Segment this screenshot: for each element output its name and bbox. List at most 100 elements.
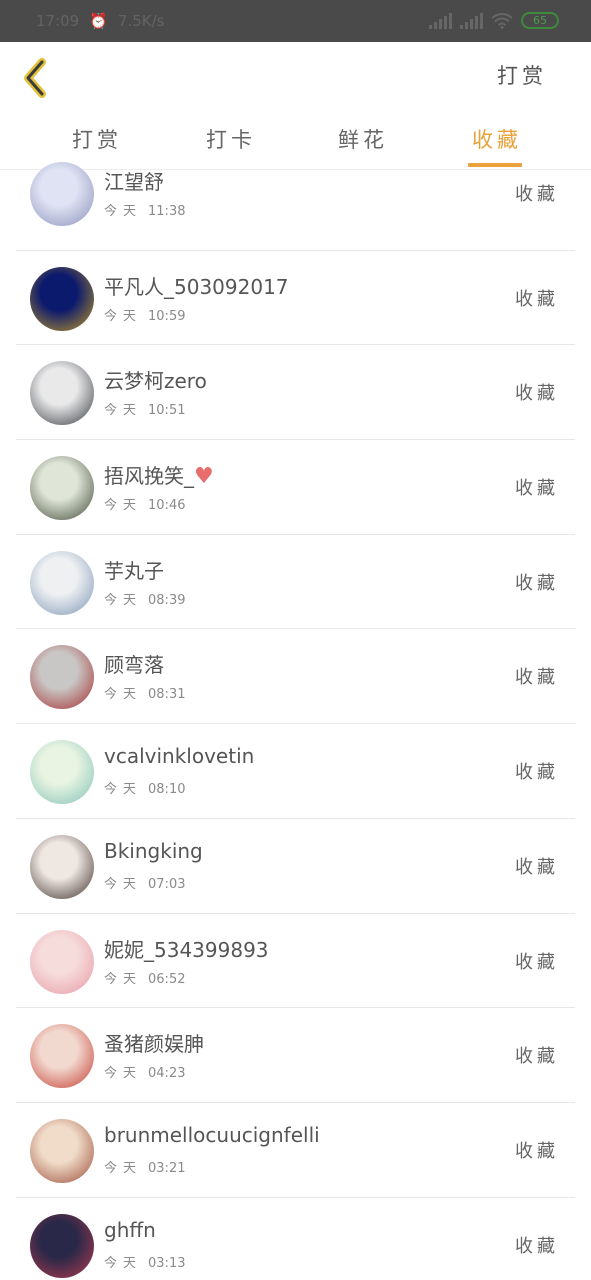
network-speed: 7.5K/s — [117, 12, 165, 30]
day-label: 今天 — [104, 782, 143, 798]
avatar[interactable] — [30, 1118, 94, 1183]
avatar[interactable] — [30, 456, 94, 521]
favorite-label: 收藏 — [515, 667, 559, 689]
signal-icon — [460, 12, 483, 29]
avatar[interactable] — [30, 550, 94, 615]
day-label: 今天 — [104, 592, 143, 608]
user-name: Bkingking — [104, 839, 203, 863]
list-item[interactable]: Bkingking 今天 07:03 收藏 — [16, 819, 575, 914]
time-value: 11:38 — [148, 204, 186, 219]
avatar[interactable] — [30, 834, 94, 899]
list-item[interactable]: ghffn 今天 03:13 收藏 — [16, 1198, 575, 1280]
avatar[interactable] — [30, 1213, 94, 1278]
status-right: 65 — [429, 12, 559, 29]
time-value: 08:31 — [148, 687, 186, 703]
user-name: 捂风挽笑_♥ — [104, 460, 214, 489]
time-value: 03:13 — [148, 1255, 186, 1271]
favorite-label: 收藏 — [515, 951, 559, 973]
time-value: 10:51 — [148, 403, 186, 419]
alarm-icon: ⏰ — [89, 12, 108, 30]
day-label: 今天 — [104, 498, 143, 514]
top-nav: 打赏 — [0, 42, 591, 114]
user-name-text: 江望舒 — [104, 170, 164, 194]
day-label: 今天 — [104, 204, 143, 219]
favorite-label: 收藏 — [515, 1235, 559, 1257]
list-item[interactable]: 捂风挽笑_♥ 今天 10:46 收藏 — [16, 440, 575, 535]
timestamp: 今天 10:46 — [104, 494, 185, 513]
favorites-list: 江望舒 今天 11:38 收藏 平凡人_503092017 今天 10:59 收藏 云梦柯zer… — [0, 156, 591, 1280]
timestamp: 今天 08:31 — [104, 683, 185, 702]
avatar[interactable] — [30, 929, 94, 994]
day-label: 今天 — [104, 1160, 143, 1176]
favorite-label: 收藏 — [515, 288, 559, 310]
heart-icon: ♥ — [194, 464, 214, 490]
status-bar: 17:09 ⏰ 7.5K/s 65 — [0, 0, 591, 42]
user-name-text: 妮妮_534399893 — [104, 937, 269, 962]
list-item[interactable]: brunmellocuucignfelli 今天 03:21 收藏 — [16, 1103, 575, 1198]
list-item[interactable]: vcalvinklovetin 今天 08:10 收藏 — [16, 724, 575, 819]
tab-checkin[interactable]: 打卡 — [206, 124, 256, 154]
avatar[interactable] — [30, 162, 94, 226]
avatar[interactable] — [30, 740, 94, 805]
day-label: 今天 — [104, 403, 143, 419]
timestamp: 今天 08:10 — [104, 778, 185, 797]
favorite-label: 收藏 — [515, 572, 559, 594]
user-name-text: 捂风挽笑_ — [104, 464, 194, 489]
list-item[interactable]: 妮妮_534399893 今天 06:52 收藏 — [16, 914, 575, 1009]
timestamp: 今天 03:13 — [104, 1252, 185, 1271]
user-name: 蚤猪颜娱胂 — [104, 1028, 204, 1057]
user-name-text: 蚤猪颜娱胂 — [104, 1032, 204, 1057]
tab-reward[interactable]: 打赏 — [72, 124, 122, 154]
signal-icon — [429, 12, 452, 29]
user-name: 妮妮_534399893 — [104, 934, 269, 963]
timestamp: 今天 04:23 — [104, 1062, 185, 1081]
user-name: 江望舒 — [104, 166, 164, 195]
time-value: 10:59 — [148, 308, 186, 324]
list-item[interactable]: 平凡人_503092017 今天 10:59 收藏 — [16, 251, 575, 346]
user-name-text: ghffn — [104, 1217, 156, 1242]
day-label: 今天 — [104, 876, 143, 892]
avatar[interactable] — [30, 1024, 94, 1089]
back-button[interactable] — [20, 56, 54, 100]
user-name-text: 芋丸子 — [104, 558, 164, 583]
favorite-label: 收藏 — [515, 856, 559, 878]
time-value: 08:39 — [148, 592, 186, 608]
user-name: 顾弯落 — [104, 649, 164, 678]
timestamp: 今天 10:51 — [104, 399, 185, 418]
user-name-text: Bkingking — [104, 838, 203, 863]
user-name: vcalvinklovetin — [104, 744, 254, 768]
timestamp: 今天 08:39 — [104, 589, 185, 608]
status-time: 17:09 — [36, 12, 80, 30]
day-label: 今天 — [104, 308, 143, 324]
user-name: 平凡人_503092017 — [104, 271, 289, 300]
timestamp: 今天 10:59 — [104, 305, 185, 324]
time-value: 08:10 — [148, 782, 186, 798]
user-name: brunmellocuucignfelli — [104, 1123, 320, 1147]
avatar[interactable] — [30, 361, 94, 426]
favorite-label: 收藏 — [515, 1046, 559, 1068]
user-name-text: 云梦柯zero — [104, 369, 207, 394]
list-item[interactable]: 顾弯落今天 08:31 收藏 — [16, 629, 575, 725]
avatar[interactable] — [30, 266, 94, 331]
user-name-text: 平凡人_503092017 — [104, 274, 289, 299]
tab-favorites[interactable]: 收藏 — [472, 124, 522, 154]
day-label: 今天 — [104, 687, 143, 703]
time-value: 03:21 — [148, 1160, 186, 1176]
day-label: 今天 — [104, 1255, 143, 1271]
wifi-icon — [491, 12, 513, 29]
timestamp: 今天 03:21 — [104, 1157, 185, 1176]
list-item[interactable]: 江望舒 今天 11:38 收藏 — [16, 156, 575, 251]
timestamp: 今天 06:52 — [104, 968, 185, 987]
list-item[interactable]: 云梦柯zero 今天 10:51 收藏 — [16, 345, 575, 441]
time-value: 06:52 — [148, 971, 186, 987]
favorite-label: 收藏 — [515, 383, 559, 405]
user-name-text: vcalvinklovetin — [104, 744, 255, 769]
user-name: 芋丸子 — [104, 555, 164, 584]
reward-button[interactable]: 打赏 — [497, 60, 547, 90]
list-item[interactable]: 芋丸子今天 08:39 收藏 — [16, 535, 575, 630]
battery-icon: 65 — [521, 12, 559, 29]
list-item[interactable]: 蚤猪颜娱胂今天 04:23 收藏 — [16, 1008, 575, 1103]
favorite-label: 收藏 — [515, 1140, 559, 1162]
avatar[interactable] — [30, 645, 94, 710]
tab-flowers[interactable]: 鲜花 — [338, 124, 388, 154]
